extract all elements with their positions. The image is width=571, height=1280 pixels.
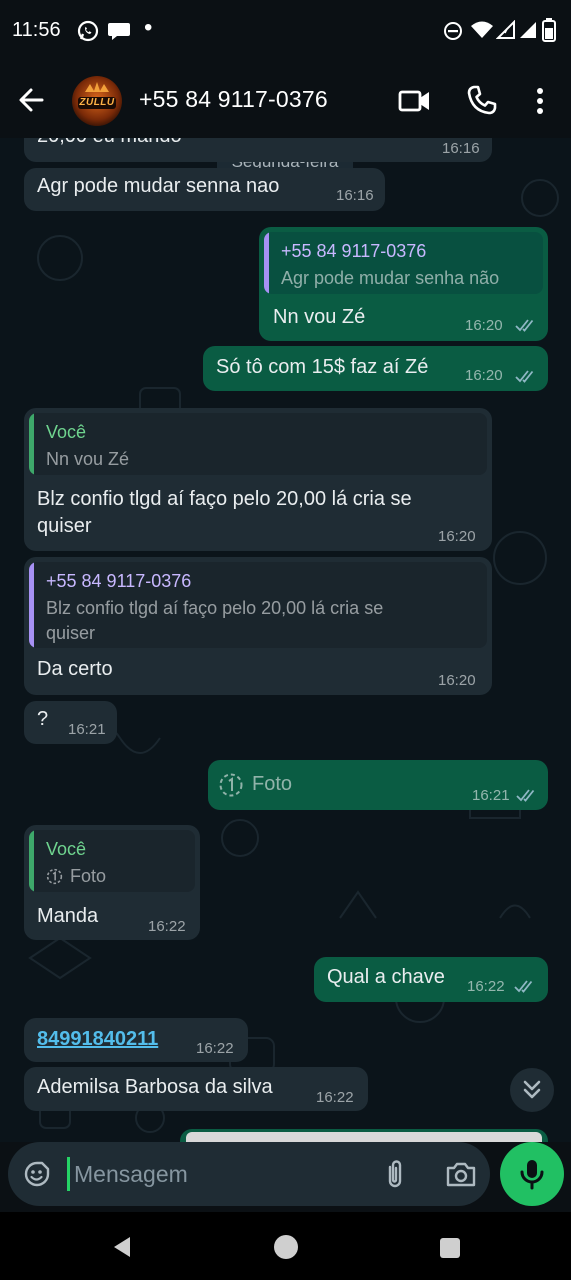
quote-accent-bar — [29, 562, 34, 648]
back-arrow-icon[interactable] — [16, 84, 52, 116]
quote-accent-bar — [29, 830, 34, 892]
message-bubble-incoming[interactable]: 20,00 eu mando 16:16 — [24, 138, 492, 162]
message-text: Só tô com 15$ faz aí Zé — [216, 356, 429, 378]
chat-area[interactable]: Segunda-feira 20,00 eu mando 16:16 Agr p… — [0, 138, 571, 1142]
message-bubble-incoming[interactable]: Você Foto Manda 16:22 — [24, 825, 200, 940]
message-text-line2: quiser — [37, 515, 92, 537]
chevron-down-double-icon — [523, 1080, 541, 1099]
image-preview-strip — [186, 1132, 542, 1142]
quote-text: Nn vou Zé — [46, 449, 130, 469]
double-check-icon — [515, 370, 534, 383]
quote-author: +55 84 9117-0376 — [46, 571, 192, 591]
battery-icon — [542, 18, 556, 42]
view-once-icon — [219, 773, 243, 797]
signal-icon-2 — [520, 22, 536, 38]
message-text: Agr pode mudar senna nao — [37, 175, 280, 197]
phone-number-link[interactable]: 84991840211 — [37, 1028, 158, 1051]
emoji-icon[interactable] — [22, 1159, 52, 1189]
message-text: Nn vou Zé — [273, 306, 366, 328]
message-bubble-outgoing-view-once[interactable]: Foto 16:21 — [208, 760, 548, 810]
wifi-icon — [471, 21, 493, 38]
quoted-message[interactable]: Você Nn vou Zé — [29, 413, 487, 475]
message-bubble-incoming[interactable]: Você Nn vou Zé Blz confio tlgd aí faço p… — [24, 408, 492, 551]
message-time: 16:16 — [336, 187, 374, 204]
quote-accent-bar — [29, 413, 34, 475]
message-input[interactable] — [74, 1154, 364, 1194]
message-bubble-incoming[interactable]: Ademilsa Barbosa da silva 16:22 — [24, 1067, 368, 1111]
message-bubble-incoming[interactable]: ? 16:21 — [24, 701, 117, 744]
avatar-logo-text: ZULLU — [79, 97, 115, 108]
quote-text: Agr pode mudar senha não — [281, 268, 500, 288]
message-time: 16:22 — [316, 1089, 354, 1106]
message-text: Da certo — [37, 658, 113, 680]
more-vert-icon[interactable] — [530, 84, 550, 118]
quote-author: Você — [46, 839, 87, 859]
message-time: 16:22 — [467, 978, 505, 995]
message-bubble-outgoing-partial[interactable] — [180, 1129, 548, 1142]
contact-title[interactable]: +55 84 9117-0376 — [139, 86, 328, 113]
nav-recents-icon[interactable] — [439, 1237, 461, 1259]
message-time: 16:21 — [472, 787, 510, 804]
video-call-icon[interactable] — [398, 86, 432, 116]
quote-accent-bar — [264, 232, 269, 294]
message-text: Manda — [37, 905, 99, 927]
attach-icon[interactable] — [382, 1157, 408, 1191]
message-text: Ademilsa Barbosa da silva — [37, 1076, 273, 1098]
message-time: 16:20 — [465, 317, 503, 334]
double-check-icon — [516, 789, 535, 802]
quoted-message[interactable]: +55 84 9117-0376 Agr pode mudar senha nã… — [264, 232, 543, 294]
message-time: 16:21 — [68, 721, 106, 738]
quoted-message[interactable]: Você Foto — [29, 830, 195, 892]
message-input-pill[interactable] — [8, 1142, 490, 1206]
double-check-icon — [515, 319, 534, 332]
double-check-icon — [514, 980, 533, 993]
message-bubble-outgoing[interactable]: Qual a chave 16:22 — [314, 957, 548, 1002]
message-bubble-incoming[interactable]: 84991840211 16:22 — [24, 1018, 248, 1062]
text-caret — [67, 1157, 70, 1191]
avatar[interactable]: ZULLU — [72, 76, 122, 126]
message-bubble-outgoing[interactable]: Só tô com 15$ faz aí Zé 16:20 — [203, 346, 548, 391]
signal-icon — [496, 20, 515, 39]
message-bubble-incoming[interactable]: +55 84 9117-0376 Blz confio tlgd aí faço… — [24, 557, 492, 695]
view-once-icon — [46, 868, 63, 885]
system-navigation-bar — [0, 1212, 571, 1280]
whatsapp-icon — [77, 20, 99, 42]
nav-back-icon[interactable] — [110, 1235, 134, 1259]
status-bar: 11:56 • — [0, 0, 571, 62]
quote-text-line1: Blz confio tlgd aí faço pelo 20,00 lá cr… — [46, 598, 384, 618]
quote-text: Foto — [70, 866, 107, 886]
message-bubble-incoming[interactable]: Agr pode mudar senna nao 16:16 — [24, 168, 385, 211]
message-time: 16:20 — [438, 528, 476, 545]
status-time: 11:56 — [12, 19, 61, 41]
message-time: 16:16 — [442, 140, 480, 157]
message-time: 16:20 — [465, 367, 503, 384]
quote-author: Você — [46, 422, 87, 442]
message-text: 20,00 eu mando — [37, 138, 182, 148]
mic-icon — [520, 1160, 544, 1190]
camera-icon[interactable] — [445, 1159, 477, 1189]
dnd-icon — [444, 22, 462, 40]
scroll-to-bottom-button[interactable] — [510, 1068, 554, 1112]
notification-dot: • — [144, 14, 153, 41]
message-time: 16:22 — [196, 1040, 234, 1057]
quote-author: +55 84 9117-0376 — [281, 241, 427, 261]
phone-icon[interactable] — [466, 84, 498, 116]
mic-button[interactable] — [500, 1142, 564, 1206]
chat-header: ZULLU +55 84 9117-0376 — [0, 62, 571, 138]
message-time: 16:20 — [438, 672, 476, 689]
message-bubble-outgoing[interactable]: +55 84 9117-0376 Agr pode mudar senha nã… — [259, 227, 548, 341]
message-text: Qual a chave — [327, 966, 445, 988]
composer-bar — [0, 1142, 571, 1212]
message-text-line1: Blz confio tlgd aí faço pelo 20,00 lá cr… — [37, 488, 412, 510]
message-time: 16:22 — [148, 918, 186, 935]
chat-bubble-icon — [108, 23, 130, 40]
message-text: ? — [37, 708, 49, 730]
message-text: Foto — [252, 773, 293, 795]
quoted-message[interactable]: +55 84 9117-0376 Blz confio tlgd aí faço… — [29, 562, 487, 648]
nav-home-icon[interactable] — [273, 1234, 299, 1260]
quote-text-line2: quiser — [46, 623, 96, 643]
